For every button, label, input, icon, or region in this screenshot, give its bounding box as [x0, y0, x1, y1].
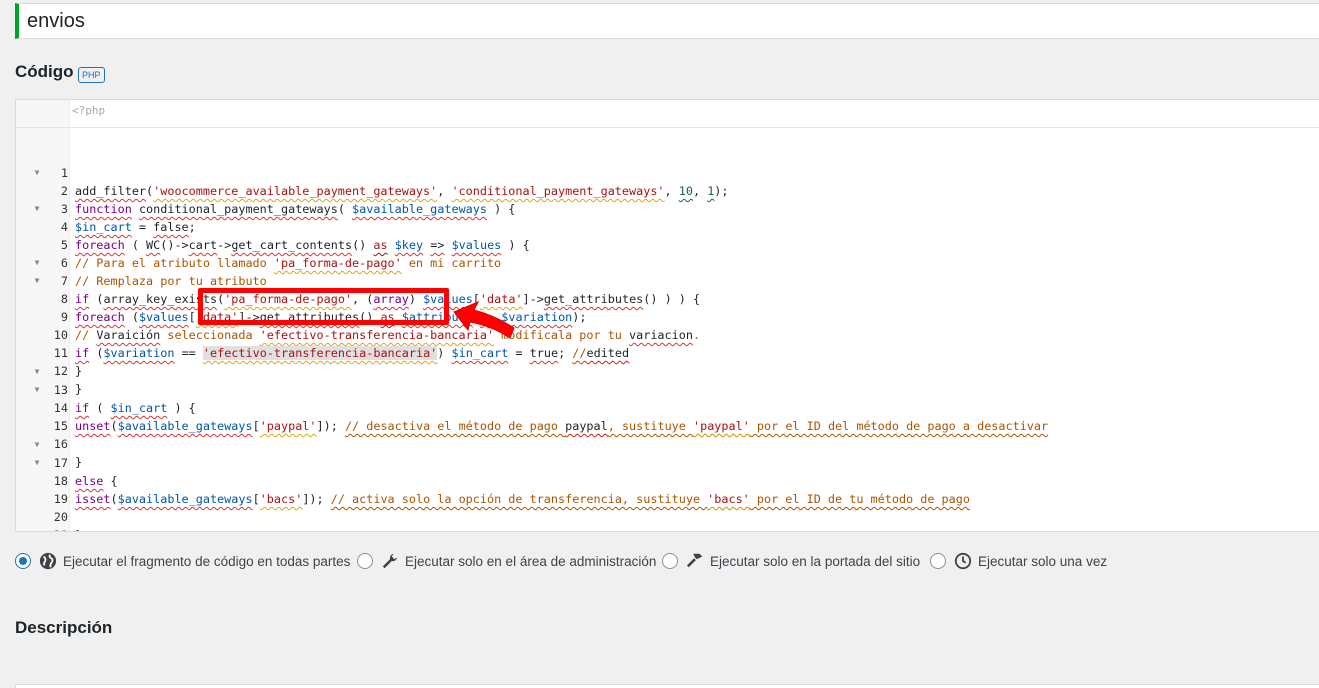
description-heading: Descripción: [15, 618, 113, 637]
run-option-label: Ejecutar solo una vez: [978, 553, 1108, 569]
run-option-everywhere[interactable]: Ejecutar el fragmento de código en todas…: [15, 551, 350, 571]
code-line[interactable]: ▼ 14 unset($available_gateways['paypal']…: [16, 363, 1319, 433]
code-line[interactable]: 20 }: [16, 472, 1319, 531]
clock-icon: [954, 552, 972, 570]
code-line[interactable]: 19: [16, 454, 1319, 506]
run-option-label: Ejecutar solo en el área de administraci…: [405, 553, 657, 569]
code-line[interactable]: 15: [16, 381, 1319, 433]
language-badge: PHP: [78, 67, 105, 83]
code-line[interactable]: 5 // Para el atributo llamado 'pa_forma-…: [16, 200, 1319, 270]
hammer-icon: [686, 552, 704, 570]
code-line[interactable]: ▼ 4 foreach ( WC()->cart->get_cart_conte…: [16, 182, 1319, 252]
annotation-highlight-box: [198, 288, 449, 325]
run-option-admin[interactable]: Ejecutar solo en el área de administraci…: [357, 551, 656, 571]
code-line[interactable]: ▼ 13 if ( $in_cart ) {: [16, 345, 1319, 415]
code-line[interactable]: ▼ 17 else {: [16, 418, 1319, 488]
globe-icon: [39, 552, 57, 570]
code-line[interactable]: 6 // Remplaza por tu atributo: [16, 218, 1319, 288]
code-line[interactable]: 22 }: [16, 508, 1319, 526]
code-line[interactable]: ▼ 7 if (array_key_exists('pa_forma-de-pa…: [16, 236, 1319, 306]
code-line[interactable]: 16 }: [16, 399, 1319, 469]
code-line[interactable]: 3 $in_cart = false;: [16, 164, 1319, 234]
description-editor[interactable]: [15, 684, 1319, 688]
run-option-once[interactable]: Ejecutar solo una vez: [930, 551, 1107, 571]
code-line[interactable]: 12 }: [16, 326, 1319, 396]
run-option-frontend[interactable]: Ejecutar solo en la portada del sitio: [662, 551, 920, 571]
radio-button[interactable]: [930, 553, 946, 569]
code-line[interactable]: 21 return $available_gateways;: [16, 490, 1319, 531]
radio-button[interactable]: [357, 553, 373, 569]
annotation-arrow-icon: [453, 301, 515, 339]
radio-button[interactable]: [15, 553, 31, 569]
line-number: 21: [44, 526, 68, 531]
code-line[interactable]: ▼ 8 foreach ($values['data']->get_attrib…: [16, 254, 1319, 324]
run-option-label: Ejecutar solo en la portada del sitio: [710, 553, 921, 569]
code-text: }: [75, 526, 82, 531]
wrench-icon: [381, 552, 399, 570]
run-option-label: Ejecutar el fragmento de código en todas…: [63, 553, 351, 569]
php-open-tag: <?php: [72, 104, 106, 117]
code-line[interactable]: 1 add_filter('woocommerce_available_paym…: [16, 128, 1319, 198]
snippet-title-input[interactable]: [15, 3, 1319, 39]
radio-button[interactable]: [662, 553, 678, 569]
code-line[interactable]: ▼ 18 isset($available_gateways['bacs']);…: [16, 436, 1319, 506]
code-heading: Código: [15, 62, 74, 81]
code-line[interactable]: ▼ 2 function conditional_payment_gateway…: [16, 146, 1319, 216]
